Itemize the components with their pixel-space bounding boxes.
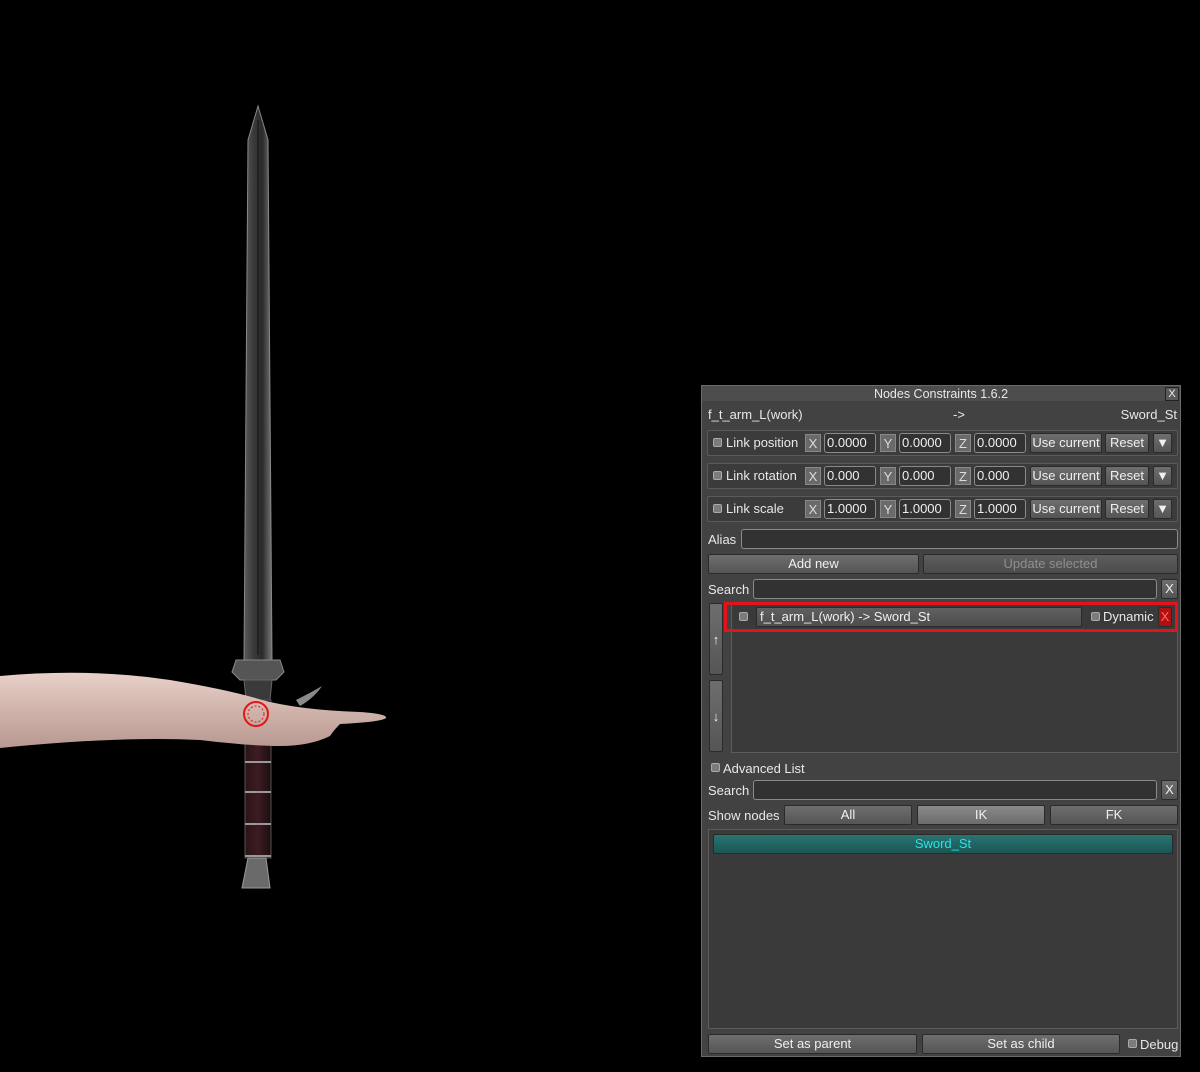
link-scale-label: Link scale bbox=[726, 501, 784, 516]
link-rotation-row: Link rotation X 0.000 Y 0.000 Z 0.000 Us… bbox=[707, 463, 1178, 489]
use-current-button[interactable]: Use current bbox=[1030, 433, 1102, 453]
position-z-field[interactable]: 0.0000 bbox=[974, 433, 1026, 453]
use-current-button[interactable]: Use current bbox=[1030, 499, 1102, 519]
x-axis-button[interactable]: X bbox=[805, 467, 821, 485]
constraint-name-button[interactable]: f_t_arm_L(work) -> Sword_St bbox=[756, 607, 1082, 627]
link-scale-checkbox[interactable] bbox=[713, 504, 722, 513]
scene-render bbox=[0, 104, 387, 889]
rotation-z-field[interactable]: 0.000 bbox=[974, 466, 1026, 486]
scale-x-field[interactable]: 1.0000 bbox=[824, 499, 876, 519]
delete-constraint-button[interactable]: X bbox=[1158, 607, 1172, 627]
reset-button[interactable]: Reset bbox=[1105, 499, 1149, 519]
clear-nodes-search-button[interactable]: X bbox=[1161, 780, 1178, 800]
link-scale-row: Link scale X 1.0000 Y 1.0000 Z 1.0000 Us… bbox=[707, 496, 1178, 522]
clear-search-button[interactable]: X bbox=[1161, 579, 1178, 599]
y-axis-button[interactable]: Y bbox=[880, 500, 896, 518]
search-input[interactable] bbox=[753, 579, 1157, 599]
y-axis-button[interactable]: Y bbox=[880, 467, 896, 485]
z-axis-button[interactable]: Z bbox=[955, 467, 971, 485]
nodes-list bbox=[708, 829, 1178, 1029]
use-current-button[interactable]: Use current bbox=[1030, 466, 1102, 486]
search-nodes-label: Search bbox=[708, 783, 750, 798]
rotation-y-field[interactable]: 0.000 bbox=[899, 466, 951, 486]
reset-button[interactable]: Reset bbox=[1105, 466, 1149, 486]
z-axis-button[interactable]: Z bbox=[955, 434, 971, 452]
advanced-list-checkbox[interactable] bbox=[711, 763, 720, 772]
y-axis-button[interactable]: Y bbox=[880, 434, 896, 452]
move-up-button[interactable]: ↑ bbox=[709, 603, 723, 675]
constraint-checkbox[interactable] bbox=[739, 612, 748, 621]
constraint-item[interactable]: f_t_arm_L(work) -> Sword_St Dynamic X bbox=[724, 602, 1178, 632]
filter-ik-button[interactable]: IK bbox=[917, 805, 1045, 825]
link-rotation-label: Link rotation bbox=[726, 468, 797, 483]
set-as-parent-button[interactable]: Set as parent bbox=[708, 1034, 917, 1054]
link-position-label: Link position bbox=[726, 435, 799, 450]
search-label: Search bbox=[708, 582, 750, 597]
link-rotation-checkbox[interactable] bbox=[713, 471, 722, 480]
header-arrow: -> bbox=[953, 407, 965, 422]
position-y-field[interactable]: 0.0000 bbox=[899, 433, 951, 453]
scale-y-field[interactable]: 1.0000 bbox=[899, 499, 951, 519]
window-title: Nodes Constraints 1.6.2 bbox=[702, 386, 1180, 401]
link-position-checkbox[interactable] bbox=[713, 438, 722, 447]
filter-fk-button[interactable]: FK bbox=[1050, 805, 1178, 825]
dropdown-icon[interactable]: ▼ bbox=[1153, 466, 1172, 486]
child-node-label: Sword_St bbox=[1120, 407, 1177, 422]
parent-node-label: f_t_arm_L(work) bbox=[708, 407, 803, 422]
sword-blade-shape bbox=[243, 104, 273, 661]
search-nodes-input[interactable] bbox=[753, 780, 1157, 800]
set-as-child-button[interactable]: Set as child bbox=[922, 1034, 1120, 1054]
advanced-list-label: Advanced List bbox=[723, 761, 805, 776]
dynamic-label: Dynamic bbox=[1103, 609, 1154, 624]
nodes-constraints-window: Nodes Constraints 1.6.2 X f_t_arm_L(work… bbox=[701, 385, 1181, 1057]
dropdown-icon[interactable]: ▼ bbox=[1153, 433, 1172, 453]
position-x-field[interactable]: 0.0000 bbox=[824, 433, 876, 453]
debug-checkbox[interactable] bbox=[1128, 1039, 1137, 1048]
debug-label: Debug bbox=[1140, 1037, 1179, 1052]
viewport[interactable] bbox=[0, 0, 700, 1069]
show-nodes-label: Show nodes bbox=[708, 808, 780, 823]
alias-label: Alias bbox=[708, 532, 737, 547]
move-down-button[interactable]: ↓ bbox=[709, 680, 723, 752]
scale-z-field[interactable]: 1.0000 bbox=[974, 499, 1026, 519]
z-axis-button[interactable]: Z bbox=[955, 500, 971, 518]
close-button[interactable]: X bbox=[1165, 387, 1179, 401]
arm-shape bbox=[0, 672, 387, 748]
reset-button[interactable]: Reset bbox=[1105, 433, 1149, 453]
link-position-row: Link position X 0.0000 Y 0.0000 Z 0.0000… bbox=[707, 430, 1178, 456]
update-selected-button[interactable]: Update selected bbox=[923, 554, 1178, 574]
add-new-button[interactable]: Add new bbox=[708, 554, 919, 574]
filter-all-button[interactable]: All bbox=[784, 805, 912, 825]
x-axis-button[interactable]: X bbox=[805, 500, 821, 518]
dynamic-checkbox[interactable] bbox=[1091, 612, 1100, 621]
rotation-x-field[interactable]: 0.000 bbox=[824, 466, 876, 486]
x-axis-button[interactable]: X bbox=[805, 434, 821, 452]
node-item-sword-st[interactable]: Sword_St bbox=[713, 834, 1173, 854]
alias-input[interactable] bbox=[741, 529, 1178, 549]
dropdown-icon[interactable]: ▼ bbox=[1153, 499, 1172, 519]
